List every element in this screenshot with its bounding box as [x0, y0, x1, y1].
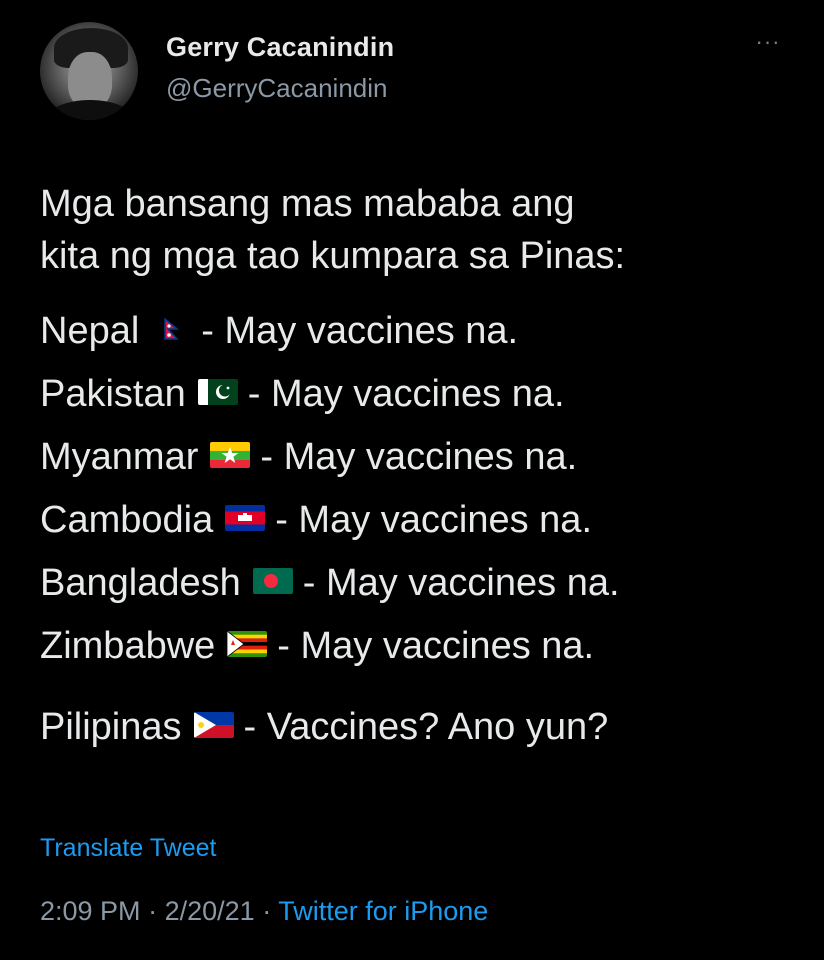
nepal-flag-icon: [151, 315, 192, 342]
country-line: Zimbabwe - May vaccines na.: [40, 615, 800, 678]
country-name: Cambodia: [40, 499, 214, 541]
tweet-time[interactable]: 2:09 PM: [40, 896, 141, 926]
country-line: Pakistan - May vaccines na.: [40, 363, 800, 426]
country-line: Bangladesh - May vaccines na.: [40, 552, 800, 615]
tweet-intro-line: Mga bansang mas mababa ang: [40, 183, 575, 225]
philippines-flag-icon: [193, 711, 234, 738]
country-name: Pakistan: [40, 373, 186, 415]
country-status: - May vaccines na.: [260, 436, 578, 478]
bangladesh-flag-icon: [252, 567, 293, 594]
myanmar-flag-icon: [210, 441, 251, 468]
country-status: - May vaccines na.: [277, 625, 595, 667]
display-name[interactable]: Gerry Cacanindin: [166, 32, 394, 63]
country-list: Nepal - May vaccines na. Pakistan - May va…: [40, 300, 800, 678]
tweet-text: Mga bansang mas mababa ang kita ng mga t…: [40, 178, 800, 759]
closing-line-paragraph: Pilipinas - Vaccines? Ano yun?: [40, 696, 800, 759]
tweet-source-link[interactable]: Twitter for iPhone: [278, 896, 488, 926]
country-status: - May vaccines na.: [247, 373, 565, 415]
zimbabwe-flag-icon: [227, 630, 268, 657]
tweet-date[interactable]: 2/20/21: [165, 896, 255, 926]
tweet-meta: 2:09 PM · 2/20/21 · Twitter for iPhone: [40, 896, 488, 927]
country-name: Pilipinas: [40, 706, 182, 748]
user-handle[interactable]: @GerryCacanindin: [166, 73, 387, 104]
country-name: Bangladesh: [40, 562, 241, 604]
country-line: Nepal - May vaccines na.: [40, 300, 800, 363]
meta-separator: ·: [148, 896, 158, 926]
tweet-intro: Mga bansang mas mababa ang kita ng mga t…: [40, 178, 800, 282]
pakistan-flag-icon: [197, 378, 238, 405]
country-status: - May vaccines na.: [201, 310, 519, 352]
tweet-intro-line: kita ng mga tao kumpara sa Pinas:: [40, 235, 626, 277]
country-line: Cambodia - May vaccines na.: [40, 489, 800, 552]
avatar-shoulder: [46, 100, 134, 120]
country-line: Myanmar - May vaccines na.: [40, 426, 800, 489]
meta-separator: ·: [262, 896, 272, 926]
country-name: Zimbabwe: [40, 625, 216, 667]
country-status: - Vaccines? Ano yun?: [243, 706, 609, 748]
cambodia-flag-icon: [225, 504, 266, 531]
tweet: Gerry Cacanindin @GerryCacanindin ··· Mg…: [0, 0, 824, 960]
avatar[interactable]: [40, 22, 138, 120]
translate-tweet-link[interactable]: Translate Tweet: [40, 834, 216, 863]
country-status: - May vaccines na.: [275, 499, 593, 541]
country-name: Nepal: [40, 310, 140, 352]
closing-line: Pilipinas - Vaccines? Ano yun?: [40, 696, 800, 759]
country-name: Myanmar: [40, 436, 199, 478]
more-options-button[interactable]: ···: [750, 30, 786, 54]
country-status: - May vaccines na.: [302, 562, 620, 604]
